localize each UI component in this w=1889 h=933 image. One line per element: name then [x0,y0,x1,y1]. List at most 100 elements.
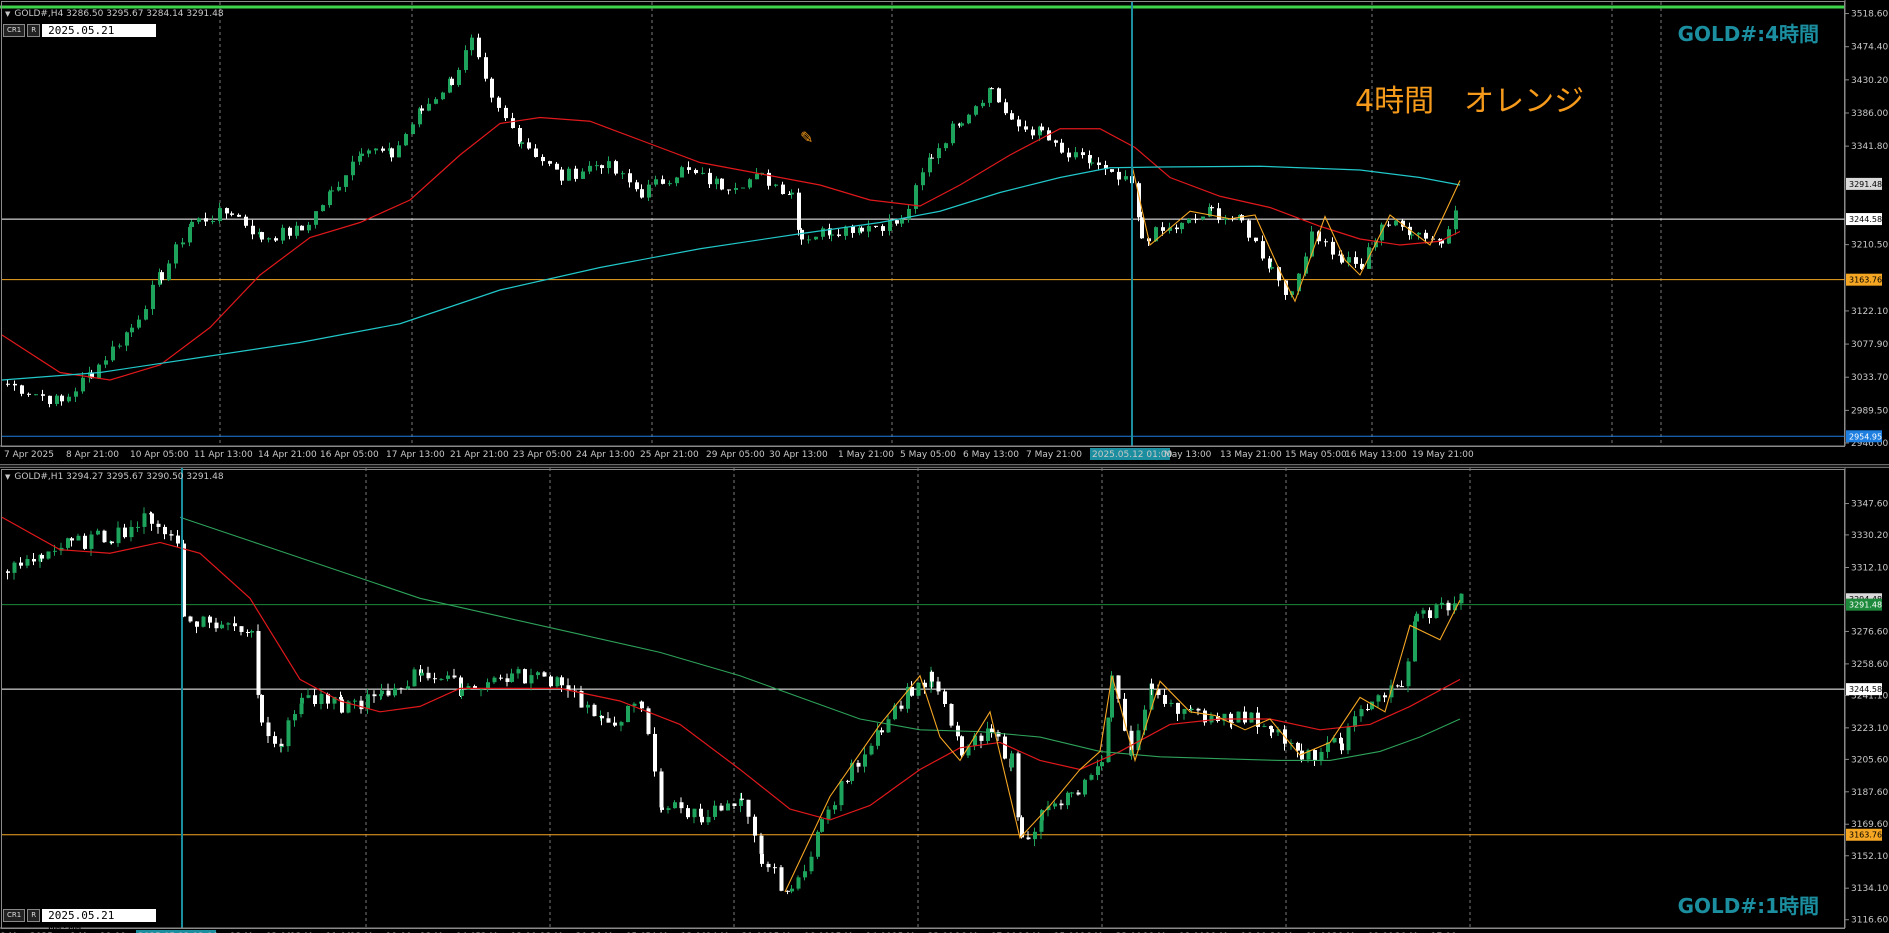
candle-bull[interactable] [129,526,134,538]
candle-bull[interactable] [666,808,671,810]
candle-bear[interactable] [499,677,503,679]
candle-bull[interactable] [286,720,291,747]
candle-bear[interactable] [239,626,244,632]
candle-bear[interactable] [386,690,391,696]
candle-bear[interactable] [606,718,611,723]
candle-bull[interactable] [142,513,147,527]
candle-bull[interactable] [360,153,364,157]
candle-bear[interactable] [13,383,17,386]
candle-bull[interactable] [807,239,811,241]
candle-bull[interactable] [174,244,178,264]
candle-bull[interactable] [1090,162,1094,164]
candle-bear[interactable] [635,182,639,190]
candle-bull[interactable] [118,345,122,347]
candle-bull[interactable] [529,675,534,684]
candle-bull[interactable] [814,236,818,240]
candle-bull[interactable] [479,689,484,691]
candle-bull[interactable] [218,208,222,222]
candle-bull[interactable] [96,530,100,535]
candle-bull[interactable] [988,88,992,103]
candle-bull[interactable] [427,103,431,111]
candle-bull[interactable] [295,225,299,236]
candle-bull[interactable] [1359,709,1364,717]
candle-bull[interactable] [748,179,752,188]
candle-bull[interactable] [130,327,134,333]
candle-bull[interactable] [1187,218,1191,223]
candle-bull[interactable] [351,161,355,176]
candle-bull[interactable] [607,161,611,169]
candle-bear[interactable] [70,538,74,541]
candle-bear[interactable] [719,805,724,811]
candle-bull[interactable] [267,238,271,240]
candle-bear[interactable] [660,807,664,810]
candle-bull[interactable] [668,183,672,185]
candle-bear[interactable] [990,88,994,90]
candle-bull[interactable] [900,219,904,224]
candle-bull[interactable] [1124,176,1128,180]
candle-bear[interactable] [1383,695,1387,698]
candle-bear[interactable] [399,688,404,690]
ma-fast-line[interactable] [1,516,1461,821]
candle-bear[interactable] [32,558,36,562]
candle-bull[interactable] [420,672,424,676]
candle-bull[interactable] [967,114,971,124]
candle-bear[interactable] [740,798,744,800]
candle-bull[interactable] [330,190,334,192]
candle-bull[interactable] [492,677,497,683]
candle-bear[interactable] [1313,750,1317,762]
zigzag-line[interactable] [784,599,1461,893]
candle-bear[interactable] [156,523,161,527]
candle-bear[interactable] [874,225,878,227]
candle-bull[interactable] [821,228,825,237]
candle-bull[interactable] [510,673,514,682]
candle-bear[interactable] [851,226,855,233]
candle-bull[interactable] [404,134,408,146]
candle-bull[interactable] [734,188,738,190]
candle-bull[interactable] [726,803,730,811]
candle-bull[interactable] [944,143,948,149]
candle-bull[interactable] [1182,709,1187,714]
candle-bull[interactable] [715,178,719,185]
candle-bear[interactable] [1054,140,1058,143]
candle-bull[interactable] [319,693,324,704]
candle-bear[interactable] [230,213,234,215]
candle-bull[interactable] [867,225,871,232]
candle-bull[interactable] [151,284,155,310]
candle-bull[interactable] [820,819,824,832]
candle-bear[interactable] [102,530,107,543]
candle-bull[interactable] [406,686,410,689]
candle-bull[interactable] [916,682,921,696]
candle-bull[interactable] [281,227,285,241]
candle-bear[interactable] [160,272,164,281]
candle-bear[interactable] [659,771,664,808]
candle-bear[interactable] [19,562,23,566]
candle-bull[interactable] [713,805,717,817]
candle-bear[interactable] [300,225,304,231]
candle-bear[interactable] [800,229,804,240]
candle-bull[interactable] [826,809,831,820]
candle-bear[interactable] [40,554,44,559]
candle-bull[interactable] [181,242,185,245]
candle-bull[interactable] [1053,803,1057,807]
candle-bull[interactable] [1262,726,1267,728]
candle-bear[interactable] [628,173,632,183]
candle-bull[interactable] [397,145,401,158]
candle-bull[interactable] [619,722,624,726]
candle-bull[interactable] [74,391,78,397]
candle-bear[interactable] [1123,698,1127,731]
candle-bear[interactable] [6,383,10,385]
candle-bear[interactable] [1175,227,1179,230]
candle-bear[interactable] [1117,171,1121,180]
candle-bear[interactable] [542,672,547,677]
candle-bull[interactable] [411,124,415,135]
candle-bear[interactable] [1428,610,1432,618]
candle-bear[interactable] [123,527,127,538]
candle-bear[interactable] [781,184,785,195]
candle-bear[interactable] [1254,237,1258,242]
candle-bull[interactable] [1406,661,1411,687]
candle-bear[interactable] [1026,837,1031,840]
candle-bear[interactable] [497,97,501,108]
candle-bull[interactable] [201,616,206,627]
candle-bear[interactable] [592,704,597,717]
candle-bear[interactable] [1163,694,1167,704]
